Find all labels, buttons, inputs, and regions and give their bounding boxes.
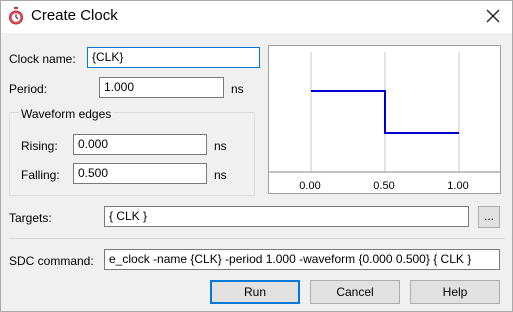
waveform-chart: 0.00 0.50 1.00: [269, 52, 500, 192]
falling-unit: ns: [214, 168, 227, 182]
clock-name-input[interactable]: {CLK}: [87, 47, 260, 68]
close-icon: [486, 9, 500, 23]
period-label: Period:: [9, 82, 48, 96]
clock-name-label: Clock name:: [9, 52, 76, 66]
waveform-tick-label: 0.50: [373, 180, 394, 192]
period-unit: ns: [231, 82, 244, 96]
waveform-edges-title: Waveform edges: [19, 107, 114, 121]
stopwatch-icon: [9, 7, 23, 25]
falling-input[interactable]: 0.500: [73, 163, 207, 184]
sdc-command-label: SDC command:: [9, 254, 94, 268]
run-button[interactable]: Run: [210, 280, 300, 304]
rising-unit: ns: [214, 139, 227, 153]
rising-input[interactable]: 0.000: [73, 134, 207, 155]
waveform-preview: 0.00 0.50 1.00: [268, 45, 501, 194]
waveform-signal-line: [311, 90, 459, 134]
targets-label: Targets:: [9, 211, 52, 225]
period-input[interactable]: 1.000: [99, 77, 224, 98]
title-bar: Create Clock: [1, 1, 512, 33]
falling-label: Falling:: [21, 168, 60, 182]
waveform-tick-label: 1.00: [447, 180, 468, 192]
rising-label: Rising:: [21, 139, 58, 153]
waveform-tick-label: 0.00: [299, 180, 320, 192]
targets-input[interactable]: { CLK }: [104, 206, 469, 227]
divider: [9, 238, 505, 239]
create-clock-dialog: Create Clock Clock name: {CLK} Period: 1…: [0, 0, 513, 312]
dialog-title: Create Clock: [31, 7, 118, 24]
browse-targets-button[interactable]: ...: [478, 206, 500, 228]
cancel-button[interactable]: Cancel: [310, 280, 400, 304]
sdc-command-field[interactable]: e_clock -name {CLK} -period 1.000 -wavef…: [104, 249, 500, 270]
help-button[interactable]: Help: [410, 280, 500, 304]
close-button[interactable]: [478, 3, 508, 29]
